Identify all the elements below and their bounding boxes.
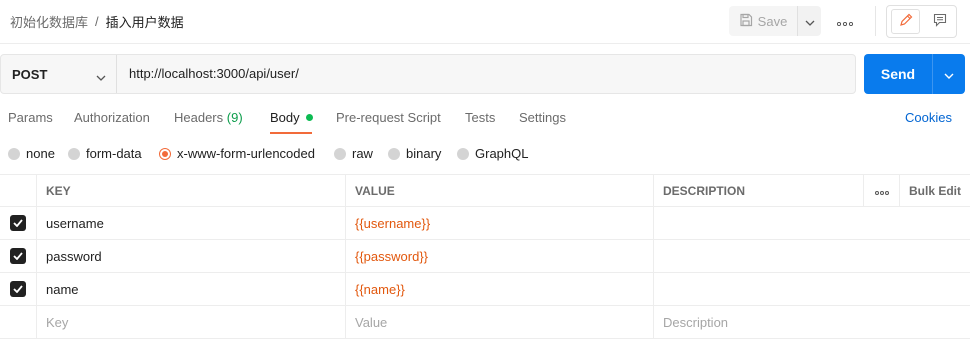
column-header-value: VALUE — [346, 175, 654, 207]
radio-button[interactable] — [68, 147, 80, 160]
radio-button-selected[interactable] — [159, 147, 171, 160]
tab-tests[interactable]: Tests — [465, 110, 495, 125]
url-bar: POST http://localhost:3000/api/user/ — [0, 54, 856, 94]
breadcrumb-request-name[interactable]: 插入用户数据 — [106, 12, 184, 31]
tab-headers[interactable]: Headers (9) — [174, 110, 243, 125]
save-icon — [739, 13, 753, 30]
bulk-edit-button[interactable]: Bulk Edit — [900, 175, 970, 207]
row-checkbox[interactable] — [10, 248, 26, 264]
radio-label: none — [26, 146, 55, 161]
request-header: 初始化数据库 / 插入用户数据 Save — [0, 0, 970, 44]
radio-button[interactable] — [388, 147, 400, 160]
chevron-down-icon — [944, 67, 954, 82]
table-header-row: KEY VALUE DESCRIPTION Bulk Edit — [0, 174, 970, 207]
send-dropdown-button[interactable] — [933, 54, 965, 94]
description-cell[interactable] — [654, 273, 970, 305]
tab-params[interactable]: Params — [8, 110, 53, 125]
body-type-binary[interactable]: binary — [388, 146, 441, 161]
save-dropdown-button[interactable] — [797, 6, 821, 36]
headers-count: (9) — [226, 110, 243, 125]
ellipsis-icon — [874, 184, 889, 198]
table-row: name {{name}} — [0, 273, 970, 306]
body-type-none[interactable]: none — [8, 146, 55, 161]
cookies-link[interactable]: Cookies — [905, 110, 952, 125]
column-header-description: DESCRIPTION — [654, 175, 864, 207]
documentation-mode-button[interactable] — [925, 9, 954, 34]
value-cell[interactable]: {{username}} — [346, 207, 654, 239]
new-row: Key Value Description — [0, 306, 970, 339]
save-button[interactable]: Save — [729, 6, 797, 36]
tab-headers-label: Headers — [174, 110, 224, 125]
header-divider — [875, 6, 876, 36]
value-cell[interactable]: {{name}} — [346, 273, 654, 305]
column-options-button[interactable] — [864, 175, 900, 207]
radio-button[interactable] — [334, 147, 346, 160]
method-label: POST — [12, 66, 48, 82]
breadcrumb-separator: / — [95, 14, 99, 29]
tab-body-label: Body — [270, 110, 300, 125]
breadcrumb: 初始化数据库 / 插入用户数据 — [10, 12, 184, 31]
key-cell[interactable]: name — [37, 273, 346, 305]
ellipsis-icon — [836, 14, 854, 29]
radio-label: x-www-form-urlencoded — [177, 146, 315, 161]
radio-button[interactable] — [8, 147, 20, 160]
body-type-form-data[interactable]: form-data — [68, 146, 142, 161]
description-cell[interactable] — [654, 207, 970, 239]
send-button[interactable]: Send — [864, 54, 932, 94]
column-header-key: KEY — [37, 175, 346, 207]
checkmark-icon — [13, 252, 23, 260]
view-mode-toggle — [886, 5, 957, 38]
breadcrumb-collection[interactable]: 初始化数据库 — [10, 12, 88, 31]
radio-label: GraphQL — [475, 146, 529, 161]
header-check-cell — [0, 175, 37, 207]
more-actions-button[interactable] — [833, 12, 857, 30]
pencil-icon — [899, 13, 913, 30]
method-select[interactable]: POST — [1, 55, 117, 93]
comment-icon — [933, 13, 947, 30]
edit-mode-button[interactable] — [891, 9, 920, 34]
checkmark-icon — [13, 219, 23, 227]
tab-body[interactable]: Body — [270, 110, 313, 125]
radio-label: binary — [406, 146, 442, 161]
row-checkbox[interactable] — [10, 281, 26, 297]
row-checkbox[interactable] — [10, 215, 26, 231]
key-cell[interactable]: password — [37, 240, 346, 272]
tab-settings[interactable]: Settings — [519, 110, 566, 125]
value-cell[interactable]: {{password}} — [346, 240, 654, 272]
description-cell[interactable] — [654, 240, 970, 272]
body-type-graphql[interactable]: GraphQL — [457, 146, 528, 161]
chevron-down-icon — [805, 14, 815, 29]
checkmark-icon — [13, 285, 23, 293]
url-input[interactable]: http://localhost:3000/api/user/ — [129, 66, 299, 81]
key-cell[interactable]: username — [37, 207, 346, 239]
save-label: Save — [757, 13, 788, 29]
row-checkbox-cell — [0, 207, 37, 239]
radio-label: form-data — [86, 146, 142, 161]
body-type-urlencoded[interactable]: x-www-form-urlencoded — [159, 146, 315, 161]
table-row: password {{password}} — [0, 240, 970, 273]
new-key-input[interactable]: Key — [37, 306, 346, 338]
row-checkbox-cell — [0, 240, 37, 272]
body-type-raw[interactable]: raw — [334, 146, 373, 161]
table-row: username {{username}} — [0, 207, 970, 240]
request-tabs: Params Authorization Headers (9) Body Pr… — [0, 106, 970, 134]
body-type-selector: none form-data x-www-form-urlencoded raw… — [0, 144, 970, 164]
send-button-group: Send — [864, 54, 965, 94]
tab-pre-request-script[interactable]: Pre-request Script — [336, 110, 441, 125]
body-active-dot — [305, 114, 313, 121]
tab-authorization[interactable]: Authorization — [74, 110, 150, 125]
radio-label: raw — [352, 146, 373, 161]
radio-button[interactable] — [457, 147, 469, 160]
row-checkbox-cell — [0, 273, 37, 305]
active-tab-indicator — [270, 132, 312, 134]
new-value-input[interactable]: Value — [346, 306, 654, 338]
row-checkbox-cell — [0, 306, 37, 338]
new-description-input[interactable]: Description — [654, 306, 970, 338]
chevron-down-icon — [96, 69, 106, 84]
